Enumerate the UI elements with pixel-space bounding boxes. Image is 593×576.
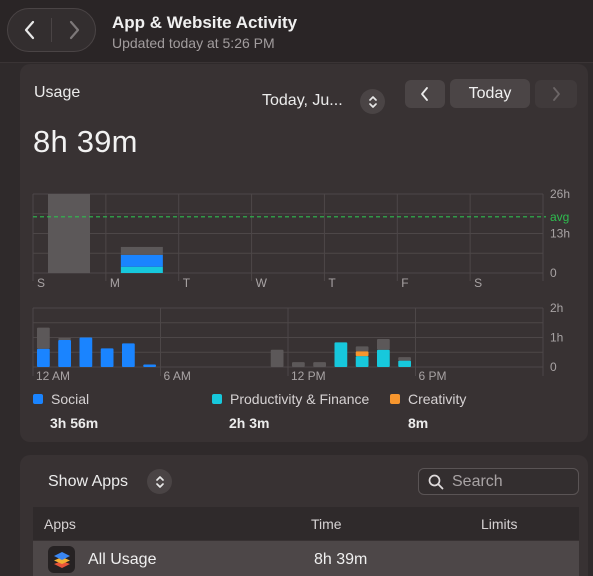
hourly-bar [355, 351, 369, 357]
hourly-y-label: 0 [550, 360, 557, 374]
hourly-bar [122, 343, 135, 367]
column-time[interactable]: Time [311, 516, 342, 532]
forward-button[interactable] [52, 8, 95, 52]
apps-card: Show Apps Apps Time Limits All Usage 8h … [20, 455, 588, 576]
legend-social-swatch [33, 394, 43, 404]
hourly-bar [334, 342, 348, 367]
chevron-right-icon [69, 20, 79, 40]
hourly-bar [377, 338, 390, 350]
navigation-control [7, 8, 96, 52]
hourly-bar [79, 337, 93, 367]
magnifier-icon [428, 474, 444, 489]
column-limits[interactable]: Limits [481, 516, 518, 532]
usage-card: Usage 8h 39m Today, Ju... Today SMTWTFSa… [20, 64, 588, 442]
legend-productivity-value: 2h 3m [229, 415, 270, 431]
legend-creativity: Creativity [390, 391, 466, 407]
legend-creativity-swatch [390, 394, 400, 404]
legend-social-label: Social [51, 391, 90, 407]
back-button[interactable] [8, 8, 51, 52]
hourly-bar [37, 348, 50, 367]
page-title: App & Website Activity [112, 13, 298, 32]
chevron-up-down-icon [155, 475, 164, 488]
hourly-usage-chart: 12 AM 6 AM 12 PM 6 PM 2h 1h 0 [32, 301, 563, 383]
app-time: 8h 39m [314, 551, 368, 568]
hourly-bar [355, 346, 369, 352]
hourly-bar [270, 349, 284, 367]
hourly-bar [377, 349, 390, 367]
search-field[interactable] [418, 468, 579, 495]
legend-productivity-label: Productivity & Finance [230, 391, 370, 407]
table-row[interactable]: All Usage 8h 39m [33, 541, 579, 576]
hourly-bar [292, 362, 305, 367]
hourly-bar [58, 339, 71, 367]
column-apps[interactable]: Apps [44, 516, 76, 532]
hourly-y-label: 1h [550, 331, 563, 345]
legend-productivity-swatch [212, 394, 222, 404]
hourly-bar [58, 337, 71, 340]
chevron-left-icon [24, 20, 34, 40]
hourly-bar [355, 356, 369, 367]
hourly-y-label: 2h [550, 301, 563, 315]
search-input[interactable] [452, 472, 562, 491]
layers-icon [48, 546, 75, 573]
legend-social-value: 3h 56m [50, 415, 99, 431]
hourly-bar [313, 362, 326, 367]
show-apps-label[interactable]: Show Apps [48, 473, 128, 491]
hourly-bar [398, 360, 411, 367]
legend-creativity-value: 8m [408, 415, 429, 431]
update-status: Updated today at 5:26 PM [112, 35, 275, 51]
hourly-bar [398, 357, 411, 361]
hourly-x-label: 6 PM [419, 369, 447, 383]
hourly-bar [143, 364, 156, 367]
app-name: All Usage [88, 551, 157, 568]
legend-productivity: Productivity & Finance [212, 391, 369, 407]
legend-creativity-label: Creativity [408, 391, 467, 407]
hourly-bar [100, 348, 114, 367]
legend-social: Social [33, 391, 89, 407]
hourly-x-label: 6 AM [164, 369, 191, 383]
hourly-x-label: 12 AM [36, 369, 70, 383]
apps-table-header: Apps Time Limits [33, 507, 579, 540]
show-apps-stepper[interactable] [147, 469, 172, 494]
hourly-x-label: 12 PM [291, 369, 326, 383]
hourly-bar [37, 327, 50, 349]
